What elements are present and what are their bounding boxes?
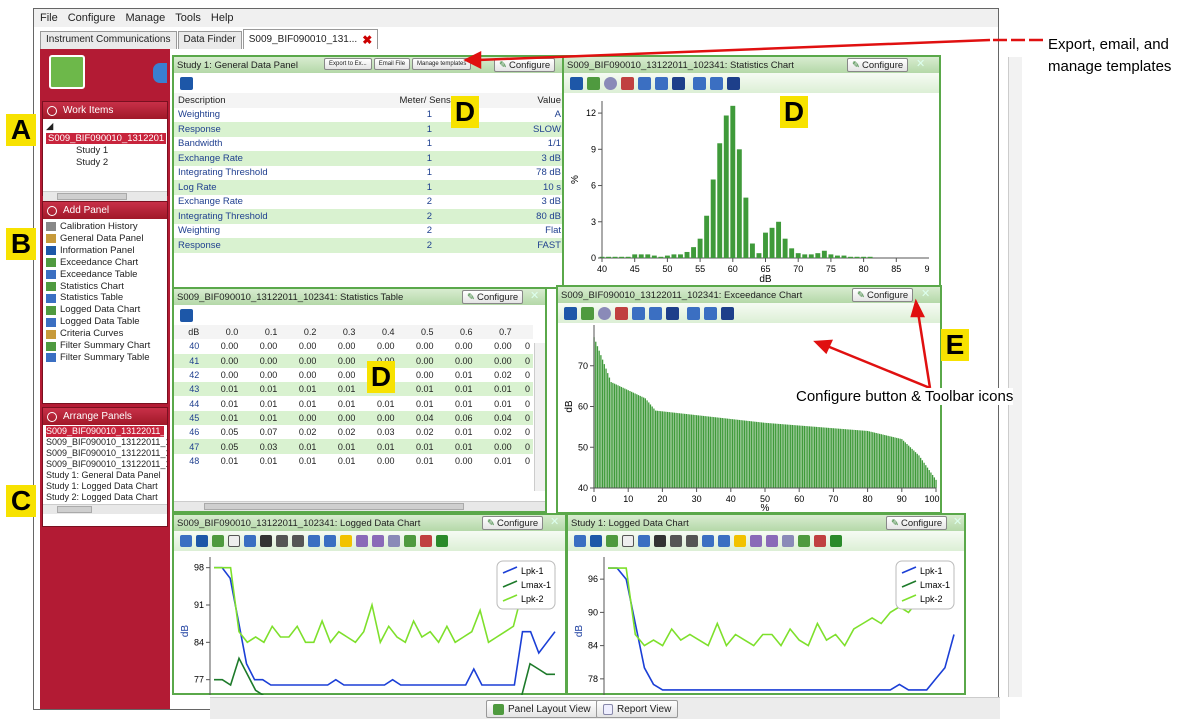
annotation-export: Export, email, and manage templates [1048, 34, 1171, 78]
annotation-arrows [463, 38, 1043, 390]
annotation-configure: Configure button & Toolbar icons [796, 388, 1014, 405]
app-root: File Configure Manage Tools Help Instrum… [0, 0, 1200, 719]
annotation-line: manage templates [1048, 58, 1172, 75]
annotation-line: Export, email, and [1048, 36, 1169, 53]
